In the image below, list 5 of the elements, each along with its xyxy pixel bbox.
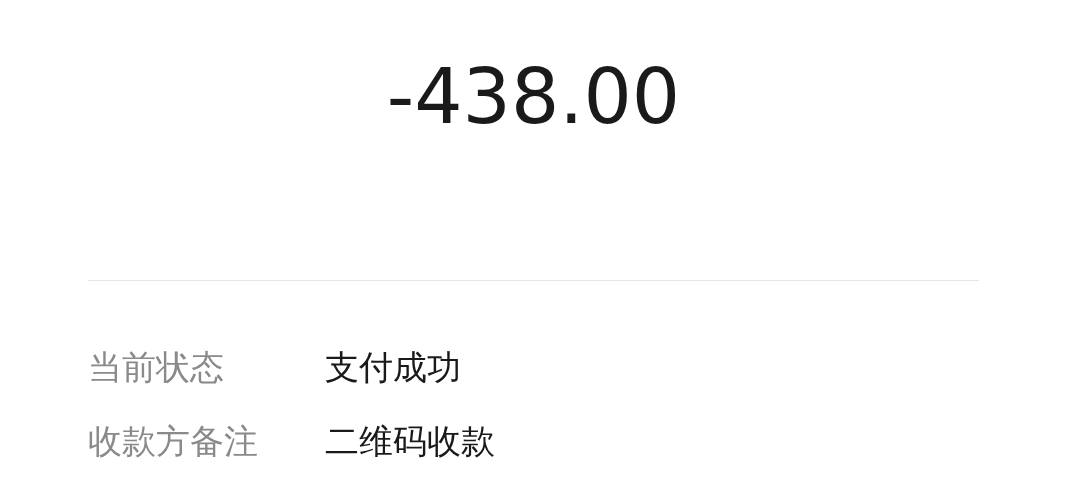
detail-label: 收款方备注 [88, 420, 259, 463]
detail-value: 二维码收款 [325, 420, 495, 463]
detail-value: 支付成功 [325, 346, 461, 389]
detail-label: 当前状态 [88, 346, 225, 389]
payment-amount: -438.00 [385, 52, 682, 142]
